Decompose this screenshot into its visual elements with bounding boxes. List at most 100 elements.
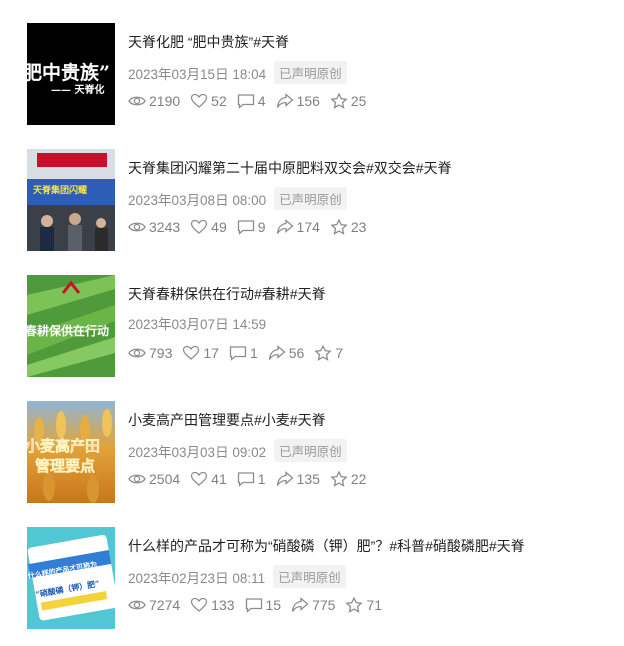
favorites-count: 25 <box>350 93 367 109</box>
original-badge: 已声明原创 <box>274 61 347 84</box>
thumb-text: 天脊集团闪耀 <box>33 184 87 196</box>
views-stat: 2504 <box>128 471 180 487</box>
likes-count: 52 <box>211 93 227 109</box>
video-item[interactable]: 天脊集团闪耀 天脊集团闪耀第二十届中原肥料双交会#双交会#天脊 2023年03月… <box>0 149 624 253</box>
video-title[interactable]: 天脊春耕保供在行动#春耕#天脊 <box>128 284 326 304</box>
original-badge: 已声明原创 <box>274 187 347 210</box>
share-icon <box>276 93 294 108</box>
star-icon <box>314 345 332 361</box>
video-title[interactable]: 天脊化肥 “肥中贵族”#天脊 <box>128 32 289 52</box>
eye-icon <box>128 348 146 358</box>
star-icon <box>330 219 348 235</box>
comments-stat[interactable]: 9 <box>237 219 266 235</box>
shares-stat[interactable]: 775 <box>291 597 335 613</box>
star-icon <box>345 597 364 613</box>
publish-date: 2023年03月07日 14:59 <box>128 317 267 332</box>
video-stats: 3243 49 9 174 23 <box>128 219 376 235</box>
likes-count: 41 <box>211 471 227 487</box>
comments-stat[interactable]: 4 <box>237 93 266 109</box>
video-item[interactable]: 肥中贵族” —— 天脊化 天脊化肥 “肥中贵族”#天脊 2023年03月15日 … <box>0 23 624 127</box>
video-stats: 7274 133 15 775 71 <box>128 597 392 613</box>
video-thumbnail[interactable]: 春耕保供在行动 <box>27 275 115 377</box>
comment-icon <box>237 94 254 109</box>
video-thumbnail[interactable]: 天脊集团闪耀 <box>27 149 115 251</box>
favorites-stat[interactable]: 7 <box>314 345 343 361</box>
video-meta: 2023年02月23日 08:11 已声明原创 <box>128 565 346 588</box>
comments-count: 1 <box>257 471 266 487</box>
views-count: 7274 <box>149 597 181 613</box>
views-count: 2190 <box>149 93 181 109</box>
video-item[interactable]: 什么样的产品才可称为 “硝酸磷（钾）肥” 什么样的产品才可称为“硝酸磷（钾）肥”… <box>0 527 624 631</box>
comments-count: 15 <box>265 597 282 613</box>
shares-count: 156 <box>296 93 320 109</box>
heart-icon <box>191 219 208 234</box>
likes-count: 17 <box>203 345 219 361</box>
heart-icon <box>191 597 208 612</box>
comments-count: 1 <box>249 345 258 361</box>
video-thumbnail[interactable]: 小麦高产田 管理要点 <box>27 401 115 503</box>
video-stats: 793 17 1 56 7 <box>128 345 353 361</box>
likes-count: 49 <box>211 219 227 235</box>
thumb-text: 肥中贵族” <box>27 61 110 84</box>
comment-icon <box>237 220 254 235</box>
favorites-stat[interactable]: 25 <box>330 93 367 109</box>
heart-icon <box>183 345 200 360</box>
thumb-text: 春耕保供在行动 <box>27 323 109 338</box>
comments-stat[interactable]: 15 <box>245 597 282 613</box>
views-count: 2504 <box>149 471 181 487</box>
favorites-count: 7 <box>335 345 344 361</box>
publish-date: 2023年03月08日 08:00 <box>128 192 267 208</box>
video-item[interactable]: 春耕保供在行动 天脊春耕保供在行动#春耕#天脊 2023年03月07日 14:5… <box>0 275 624 379</box>
video-item[interactable]: 小麦高产田 管理要点 小麦高产田管理要点#小麦#天脊 2023年03月03日 0… <box>0 401 624 505</box>
video-title[interactable]: 什么样的产品才可称为“硝酸磷（钾）肥”？#科普#硝酸磷肥#天脊 <box>128 536 525 556</box>
video-title[interactable]: 天脊集团闪耀第二十届中原肥料双交会#双交会#天脊 <box>128 158 452 178</box>
views-count: 793 <box>149 345 173 361</box>
views-stat: 7274 <box>128 597 180 613</box>
share-icon <box>276 219 294 234</box>
video-title[interactable]: 小麦高产田管理要点#小麦#天脊 <box>128 410 326 430</box>
likes-stat[interactable]: 41 <box>190 471 227 487</box>
share-icon <box>276 471 294 486</box>
shares-stat[interactable]: 174 <box>276 219 320 235</box>
video-thumbnail[interactable]: 什么样的产品才可称为 “硝酸磷（钾）肥” <box>27 527 115 629</box>
video-list: 肥中贵族” —— 天脊化 天脊化肥 “肥中贵族”#天脊 2023年03月15日 … <box>0 0 624 646</box>
comments-stat[interactable]: 1 <box>237 471 266 487</box>
comments-count: 4 <box>257 93 266 109</box>
eye-icon <box>128 96 146 106</box>
shares-stat[interactable]: 56 <box>268 345 305 361</box>
views-stat: 793 <box>128 345 172 361</box>
favorites-stat[interactable]: 23 <box>330 219 367 235</box>
comments-stat[interactable]: 1 <box>229 345 258 361</box>
likes-count: 133 <box>211 597 235 613</box>
heart-icon <box>191 93 208 108</box>
video-meta: 2023年03月08日 08:00 已声明原创 <box>128 187 347 210</box>
views-count: 3243 <box>149 219 181 235</box>
shares-count: 135 <box>296 471 320 487</box>
likes-stat[interactable]: 17 <box>182 345 219 361</box>
favorites-count: 22 <box>350 471 367 487</box>
video-thumbnail[interactable]: 肥中贵族” —— 天脊化 <box>27 23 115 125</box>
shares-count: 775 <box>312 597 336 613</box>
publish-date: 2023年03月15日 18:04 <box>128 66 267 82</box>
comment-icon <box>237 472 254 487</box>
favorites-stat[interactable]: 71 <box>345 597 382 613</box>
favorites-count: 23 <box>350 219 367 235</box>
thumb-subtext: 管理要点 <box>35 457 95 475</box>
publish-date: 2023年02月23日 08:11 <box>128 570 266 586</box>
favorites-stat[interactable]: 22 <box>330 471 367 487</box>
video-meta: 2023年03月07日 14:59 <box>128 313 266 333</box>
shares-stat[interactable]: 135 <box>276 471 320 487</box>
video-meta: 2023年03月15日 18:04 已声明原创 <box>128 61 347 84</box>
original-badge: 已声明原创 <box>274 439 347 462</box>
shares-count: 56 <box>288 345 305 361</box>
comment-icon <box>245 598 262 613</box>
likes-stat[interactable]: 49 <box>190 219 227 235</box>
share-icon <box>268 345 286 360</box>
comments-count: 9 <box>257 219 266 235</box>
shares-stat[interactable]: 156 <box>276 93 320 109</box>
star-icon <box>330 471 348 487</box>
likes-stat[interactable]: 133 <box>190 597 235 613</box>
likes-stat[interactable]: 52 <box>190 93 227 109</box>
star-icon <box>330 93 348 109</box>
heart-icon <box>191 471 208 486</box>
